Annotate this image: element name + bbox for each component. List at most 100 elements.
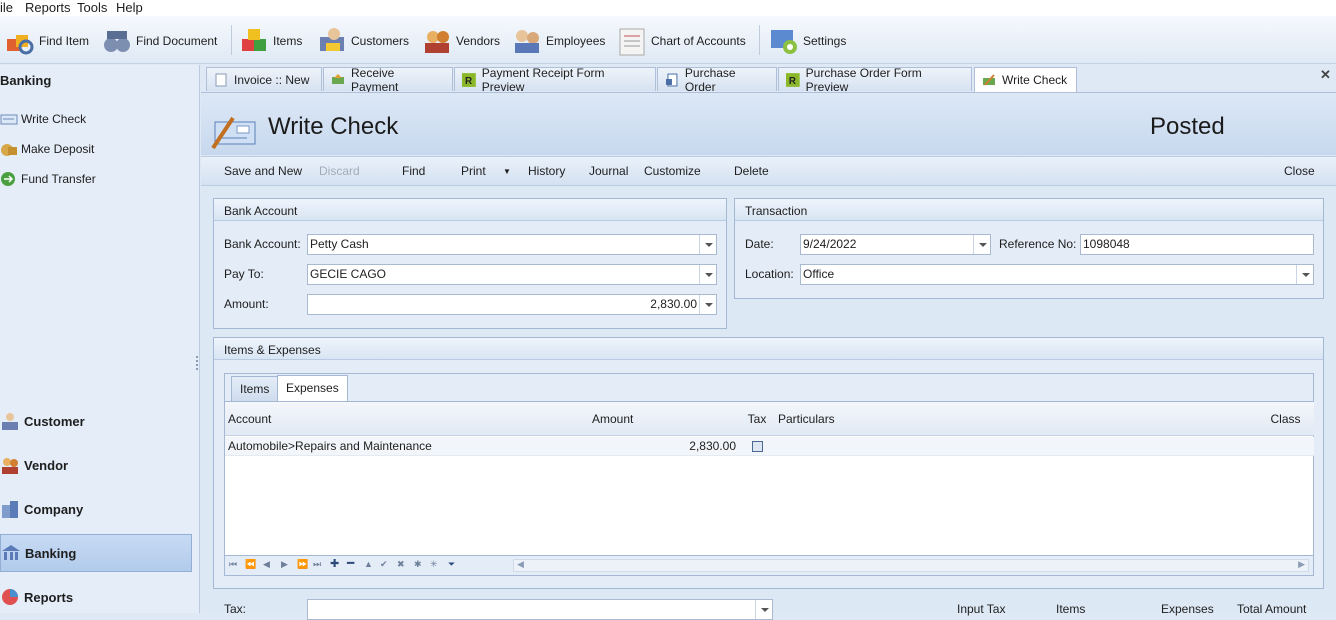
employees-button[interactable]: Employees bbox=[511, 24, 605, 58]
add-record-icon[interactable]: ✚ bbox=[330, 557, 339, 570]
customers-button[interactable]: Customers bbox=[316, 24, 409, 58]
delete-record-icon[interactable]: ━ bbox=[347, 556, 354, 570]
expenses-total-label: Expenses bbox=[1161, 602, 1214, 616]
customer-icon bbox=[2, 413, 18, 430]
chevron-down-icon[interactable] bbox=[699, 295, 716, 314]
print-button[interactable]: Print bbox=[461, 164, 486, 178]
employees-icon bbox=[515, 30, 539, 53]
tab-label: Receive Payment bbox=[351, 65, 399, 94]
tab-items[interactable]: Items bbox=[231, 376, 279, 401]
customize-button[interactable]: Customize bbox=[644, 164, 701, 178]
pay-to-value: GECIE CAGO bbox=[310, 267, 387, 281]
nav-vendor[interactable]: Vendor bbox=[0, 446, 192, 484]
journal-button[interactable]: Journal bbox=[589, 164, 628, 178]
previous-page-icon[interactable]: ⏪ bbox=[245, 559, 256, 570]
settings-button[interactable]: Settings bbox=[768, 24, 846, 58]
fund-transfer-icon bbox=[1, 172, 15, 186]
menu-tools[interactable]: Tools bbox=[77, 0, 107, 15]
filter-icon[interactable]: ⏷ bbox=[448, 559, 455, 570]
bank-icon bbox=[2, 545, 20, 560]
pay-to-field[interactable]: GECIE CAGO bbox=[307, 264, 717, 285]
location-label: Location: bbox=[745, 267, 794, 281]
chevron-down-icon[interactable]: ▼ bbox=[503, 167, 511, 176]
tab-expenses[interactable]: Expenses bbox=[277, 375, 348, 402]
splitter-grip[interactable] bbox=[196, 356, 199, 370]
date-field[interactable]: 9/24/2022 bbox=[800, 234, 991, 255]
last-record-icon[interactable]: ⏭ bbox=[313, 559, 321, 570]
menu-bar: ile Reports Tools Help bbox=[0, 0, 1336, 16]
discard-button[interactable]: Discard bbox=[319, 164, 360, 178]
scroll-right-icon[interactable]: ▶ bbox=[1298, 559, 1305, 570]
column-header-tax[interactable]: Tax bbox=[739, 402, 776, 436]
edit-record-icon[interactable]: ▲ bbox=[364, 559, 373, 569]
reports-icon bbox=[2, 589, 18, 605]
cell-class[interactable] bbox=[1257, 437, 1314, 456]
close-tab-icon[interactable]: ✕ bbox=[1320, 67, 1331, 83]
chevron-down-icon[interactable] bbox=[699, 235, 716, 254]
document-tabs: Invoice :: New Receive Payment R Payment… bbox=[201, 65, 1336, 94]
amount-field[interactable]: 2,830.00 bbox=[307, 294, 717, 315]
sidebar-item-make-deposit[interactable]: Make Deposit bbox=[0, 138, 94, 160]
scroll-left-icon[interactable]: ◀ bbox=[517, 559, 524, 570]
amount-label: Amount: bbox=[224, 297, 269, 311]
tab-write-check[interactable]: Write Check bbox=[974, 67, 1077, 92]
nav-company[interactable]: Company bbox=[0, 490, 192, 528]
tab-purchase-order-preview[interactable]: R Purchase Order Form Preview bbox=[778, 66, 972, 94]
find-document-button[interactable]: Find Document bbox=[101, 24, 217, 58]
first-record-icon[interactable]: ⏮ bbox=[229, 559, 237, 570]
cell-account[interactable]: Automobile>Repairs and Maintenance bbox=[225, 437, 590, 456]
reference-no-field[interactable]: 1098048 bbox=[1080, 234, 1314, 255]
nav-customer[interactable]: Customer bbox=[0, 402, 192, 440]
column-header-account[interactable]: Account bbox=[225, 402, 590, 436]
cell-particulars[interactable] bbox=[775, 437, 1258, 456]
tax-checkbox[interactable] bbox=[751, 441, 763, 452]
location-field[interactable]: Office bbox=[800, 264, 1314, 285]
cancel-icon[interactable]: ✖ bbox=[397, 559, 405, 570]
document-icon bbox=[215, 73, 227, 86]
column-header-class[interactable]: Class bbox=[1257, 402, 1314, 436]
previous-record-icon[interactable]: ◀ bbox=[263, 559, 270, 570]
cell-amount[interactable]: 2,830.00 bbox=[589, 437, 740, 456]
tab-invoice-new[interactable]: Invoice :: New bbox=[206, 67, 322, 91]
nav-banking[interactable]: Banking bbox=[0, 534, 192, 572]
menu-help[interactable]: Help bbox=[116, 0, 143, 15]
date-label: Date: bbox=[745, 237, 774, 251]
chevron-down-icon[interactable] bbox=[1296, 265, 1313, 284]
column-header-particulars[interactable]: Particulars bbox=[775, 402, 1258, 436]
reference-no-label: Reference No: bbox=[999, 237, 1077, 251]
tab-receive-payment[interactable]: Receive Payment bbox=[323, 65, 453, 94]
tab-purchase-order[interactable]: Purchase Order bbox=[657, 66, 777, 94]
command-bar: Save and New Discard Find Print ▼ Histor… bbox=[201, 156, 1336, 186]
items-button[interactable]: Items bbox=[238, 24, 302, 58]
nav-reports[interactable]: Reports bbox=[0, 578, 192, 616]
find-item-button[interactable]: Find Item bbox=[4, 24, 89, 58]
items-icon bbox=[242, 29, 266, 51]
next-record-icon[interactable]: ▶ bbox=[281, 559, 288, 570]
bookmark-icon[interactable]: ✳ bbox=[430, 559, 438, 570]
chevron-down-icon[interactable] bbox=[699, 265, 716, 284]
next-page-icon[interactable]: ⏩ bbox=[297, 559, 308, 570]
tab-payment-receipt-preview[interactable]: R Payment Receipt Form Preview bbox=[454, 66, 656, 94]
refresh-icon[interactable]: ✱ bbox=[414, 559, 422, 570]
save-and-new-button[interactable]: Save and New bbox=[224, 164, 302, 178]
close-button[interactable]: Close bbox=[1284, 164, 1315, 178]
vendors-button[interactable]: Vendors bbox=[421, 24, 500, 58]
tax-field[interactable] bbox=[307, 599, 773, 620]
find-button[interactable]: Find bbox=[402, 164, 425, 178]
sidebar-header: Banking bbox=[0, 73, 52, 88]
history-button[interactable]: History bbox=[528, 164, 565, 178]
chart-of-accounts-button[interactable]: Chart of Accounts bbox=[616, 24, 746, 58]
horizontal-scrollbar[interactable]: ◀ ▶ bbox=[513, 559, 1309, 572]
chart-of-accounts-icon bbox=[619, 28, 645, 56]
cell-tax[interactable] bbox=[739, 437, 776, 456]
delete-button[interactable]: Delete bbox=[734, 164, 769, 178]
chevron-down-icon[interactable] bbox=[973, 235, 990, 254]
column-header-amount[interactable]: Amount bbox=[589, 402, 740, 436]
sidebar-item-write-check[interactable]: Write Check bbox=[0, 108, 86, 130]
menu-file[interactable]: ile bbox=[0, 0, 13, 15]
confirm-icon[interactable]: ✔ bbox=[380, 559, 388, 570]
menu-reports[interactable]: Reports bbox=[25, 0, 71, 15]
chevron-down-icon[interactable] bbox=[755, 600, 772, 619]
bank-account-field[interactable]: Petty Cash bbox=[307, 234, 717, 255]
sidebar-item-fund-transfer[interactable]: Fund Transfer bbox=[0, 168, 96, 190]
